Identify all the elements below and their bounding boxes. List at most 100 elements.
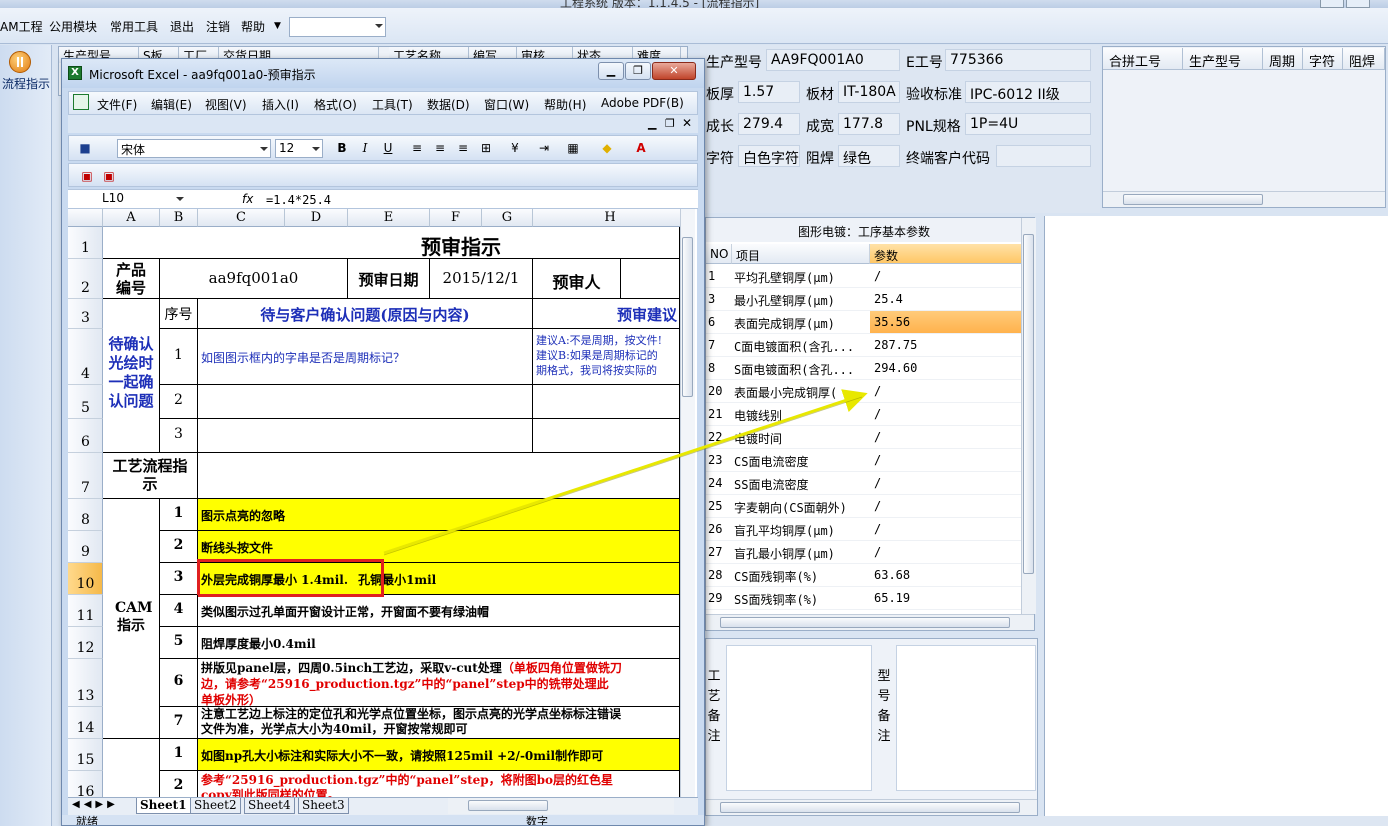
params-row-value[interactable]: / bbox=[870, 472, 1021, 494]
menu-adobe-pdf[interactable]: Adobe PDF(B) bbox=[601, 96, 684, 110]
menu-format[interactable]: 格式(O) bbox=[314, 96, 357, 113]
menubar-dropdown[interactable] bbox=[289, 17, 386, 37]
menu-logout[interactable]: 注销 bbox=[206, 18, 230, 35]
grid-header[interactable]: 阻焊 bbox=[1343, 48, 1385, 70]
merge-grid-hscrollbar[interactable] bbox=[1103, 191, 1385, 207]
params-row-value[interactable]: / bbox=[870, 265, 1021, 287]
column-header-f[interactable]: F bbox=[430, 209, 482, 227]
reviewer-cell[interactable] bbox=[621, 259, 680, 299]
workbook-icon[interactable] bbox=[73, 94, 89, 110]
row-header[interactable]: 11 bbox=[68, 595, 103, 627]
column-header-b[interactable]: B bbox=[160, 209, 198, 227]
sheet-vscrollbar[interactable] bbox=[680, 209, 695, 797]
grid-header[interactable]: 生产型号 bbox=[1183, 48, 1263, 70]
q3-no-cell[interactable]: 3 bbox=[160, 419, 198, 453]
column-header-h[interactable]: H bbox=[533, 209, 688, 227]
cam-no-4[interactable]: 4 bbox=[160, 595, 198, 627]
row-header[interactable]: 6 bbox=[68, 419, 103, 453]
params-row-value[interactable]: / bbox=[870, 403, 1021, 425]
q2-no-cell[interactable]: 2 bbox=[160, 385, 198, 419]
cam-item-5[interactable]: 阻焊厚度最小0.4mil bbox=[198, 627, 680, 659]
column-header-d[interactable]: D bbox=[285, 209, 348, 227]
sheet-title-cell[interactable]: 预审指示 bbox=[103, 227, 680, 259]
params-row-value[interactable]: / bbox=[870, 518, 1021, 540]
row-header[interactable]: 7 bbox=[68, 453, 103, 499]
column-header-e[interactable]: E bbox=[348, 209, 430, 227]
scroll-thumb[interactable] bbox=[720, 617, 1010, 628]
menu-data[interactable]: 数据(D) bbox=[427, 96, 470, 113]
pnl-field[interactable]: 1P=4U bbox=[965, 113, 1091, 135]
process-remarks-textarea[interactable] bbox=[726, 645, 872, 791]
align-left-icon[interactable]: ≡ bbox=[409, 140, 425, 156]
row-header-selected[interactable]: 10 bbox=[68, 563, 103, 595]
align-center-icon[interactable]: ≡ bbox=[432, 140, 448, 156]
scroll-thumb[interactable] bbox=[1023, 234, 1034, 574]
params-row-value[interactable]: 65.19 bbox=[870, 587, 1021, 609]
params-hscrollbar[interactable] bbox=[706, 614, 1034, 630]
params-row[interactable]: 24 SS面电流密度 / bbox=[706, 472, 1022, 495]
row-header[interactable]: 5 bbox=[68, 385, 103, 419]
column-header-g[interactable]: G bbox=[482, 209, 533, 227]
font-name-select[interactable]: 宋体 bbox=[117, 139, 271, 158]
menu-view[interactable]: 视图(V) bbox=[205, 96, 247, 113]
q1-suggestion-cell[interactable]: 建议A:不是周期，按文件! 建议B:如果是周期标记的 期格式，我司将按实际的 bbox=[533, 329, 680, 385]
excel-app-icon[interactable]: X bbox=[68, 66, 82, 80]
tab-sheet4[interactable]: Sheet4 bbox=[244, 798, 295, 814]
menu-tools[interactable]: 工具(T) bbox=[372, 96, 413, 113]
excel-restore-button[interactable]: ❐ bbox=[625, 62, 651, 80]
q3-suggestion-cell[interactable] bbox=[533, 419, 680, 453]
fx-icon[interactable]: fx bbox=[242, 192, 253, 206]
italic-button[interactable]: I bbox=[357, 140, 373, 156]
material-field[interactable]: IT-180A bbox=[838, 81, 900, 103]
suggestion-header-cell[interactable]: 预审建议 bbox=[533, 299, 680, 329]
params-row-value[interactable]: 35.56 bbox=[870, 311, 1021, 333]
cam-item-4[interactable]: 类似图示过孔单面开窗设计正常，开窗面不要有绿油帽 bbox=[198, 595, 680, 627]
merge-job-grid[interactable]: 合拼工号 生产型号 周期 字符 阻焊 bbox=[1102, 46, 1386, 208]
cam-item-6[interactable]: 拼版见panel层，四周0.5inch工艺边，采取v-cut处理（单板四角位置做… bbox=[198, 659, 680, 707]
reviewer-label-cell[interactable]: 预审人 bbox=[533, 259, 621, 299]
align-right-icon[interactable]: ≡ bbox=[455, 140, 471, 156]
tab-sheet2[interactable]: Sheet2 bbox=[190, 798, 241, 814]
model-remarks-textarea[interactable] bbox=[896, 645, 1036, 791]
excel-window[interactable]: X Microsoft Excel - aa9fq001a0-预审指示 ▁ ❐ … bbox=[61, 58, 705, 826]
params-row-value[interactable]: 287.75 bbox=[870, 334, 1021, 356]
seq-label-cell[interactable]: 序号 bbox=[160, 299, 198, 329]
fill-color-icon[interactable]: ◆ bbox=[599, 140, 615, 156]
cam-label-cell[interactable]: CAM指示 bbox=[103, 499, 160, 739]
row-header[interactable]: 2 bbox=[68, 259, 103, 299]
nav-item-flow-indicator[interactable]: 流程指示 bbox=[0, 75, 54, 92]
doc-restore-button[interactable]: ❐ bbox=[665, 117, 675, 130]
row-header[interactable]: 1 bbox=[68, 227, 103, 259]
font-size-select[interactable]: 12 bbox=[275, 139, 323, 158]
process-flow-cell[interactable] bbox=[198, 453, 680, 499]
tab-nav-arrows-icon[interactable]: ◀◀▶▶ bbox=[72, 799, 119, 810]
pdf-mail-icon[interactable]: ▣ bbox=[101, 168, 117, 184]
params-row[interactable]: 7 C面电镀面积(含孔... 287.75 bbox=[706, 334, 1022, 357]
confirm-group-cell[interactable]: 待确认光绘时一起确认问题 bbox=[103, 299, 160, 453]
tab-sheet3[interactable]: Sheet3 bbox=[298, 798, 349, 814]
formula-input[interactable]: =1.4*25.4 bbox=[266, 193, 331, 207]
params-row-value[interactable]: 25.4 bbox=[870, 288, 1021, 310]
borders-icon[interactable]: ▦ bbox=[565, 140, 581, 156]
merge-center-icon[interactable]: ⊞ bbox=[478, 140, 494, 156]
params-row-value[interactable]: / bbox=[870, 449, 1021, 471]
menu-public-module[interactable]: 公用模块 bbox=[49, 18, 97, 35]
grid-header[interactable]: 周期 bbox=[1263, 48, 1303, 70]
standard-field[interactable]: IPC-6012 II级 bbox=[965, 81, 1091, 103]
doc-minimize-button[interactable]: ▁ bbox=[648, 117, 656, 130]
params-row[interactable]: 1 平均孔壁铜厚(μm) / bbox=[706, 265, 1022, 288]
params-row[interactable]: 23 CS面电流密度 / bbox=[706, 449, 1022, 472]
cam-no-2[interactable]: 2 bbox=[160, 531, 198, 563]
row-header[interactable]: 3 bbox=[68, 299, 103, 329]
process-params-grid[interactable]: 图形电镀：工序基本参数 NO 项目 参数 1 平均孔壁铜厚(μm) / 3 最小孔壁铜厚… bbox=[705, 217, 1036, 631]
cam-no-5[interactable]: 5 bbox=[160, 627, 198, 659]
length-field[interactable]: 279.4 bbox=[738, 113, 800, 135]
row-header[interactable]: 16 bbox=[68, 771, 103, 797]
customer-code-field[interactable] bbox=[996, 145, 1091, 167]
menu-common-tools[interactable]: 常用工具 bbox=[110, 18, 158, 35]
pdf-convert-icon[interactable]: ▣ bbox=[79, 168, 95, 184]
name-box[interactable]: L10 bbox=[68, 190, 186, 208]
excel-titlebar[interactable]: X Microsoft Excel - aa9fq001a0-预审指示 ▁ ❐ … bbox=[62, 59, 704, 88]
params-row-value[interactable]: / bbox=[870, 495, 1021, 517]
params-row[interactable]: 6 表面完成铜厚(μm) 35.56 bbox=[706, 311, 1022, 334]
